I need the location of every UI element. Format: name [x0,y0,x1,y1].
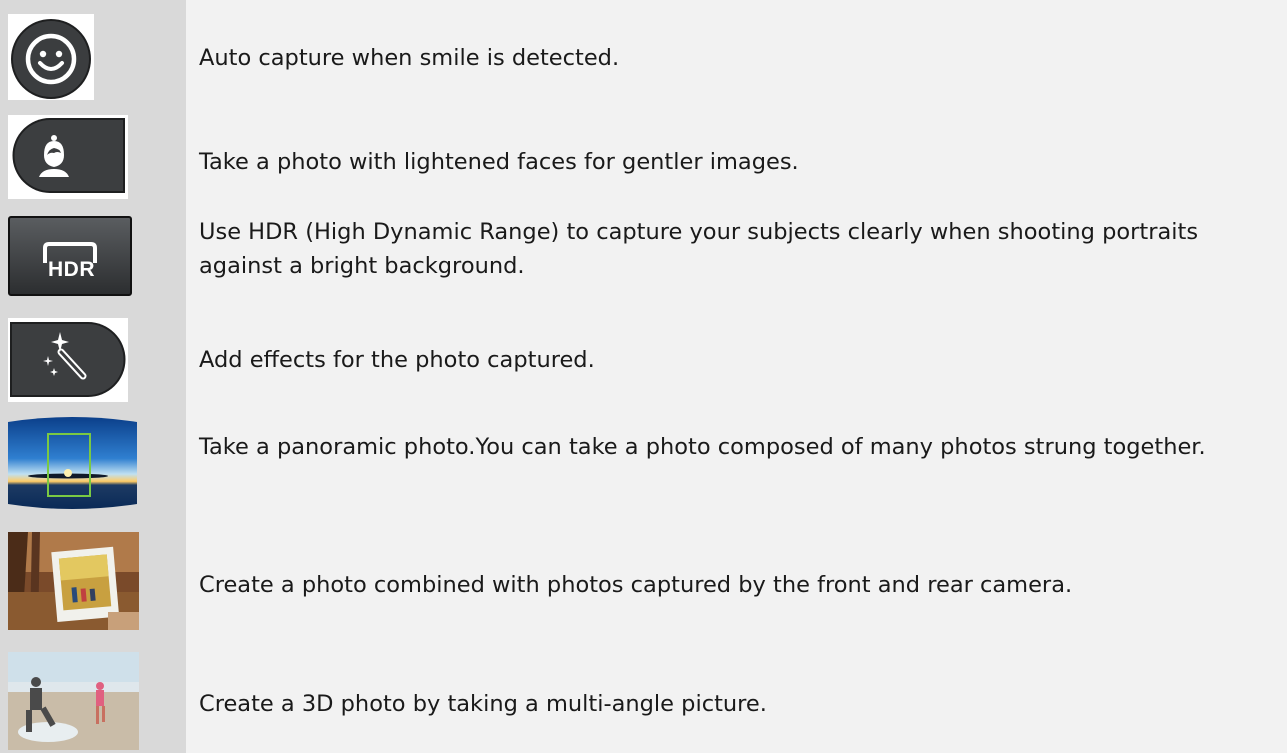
row-description: Create a 3D photo by taking a multi-angl… [199,691,767,717]
table-row: Take a panoramic photo.You can take a ph… [0,406,1287,516]
row-description: Take a photo with lightened faces for ge… [199,149,799,175]
hdr-label: HDR [48,258,95,281]
table-row: Create a photo combined with photos capt… [0,516,1287,634]
magic-wand-icon [8,318,128,402]
table-row: Auto capture when smile is detected. [0,0,1287,101]
row-description: Auto capture when smile is detected. [199,45,620,71]
panorama-thumbnail [8,414,137,512]
hdr-icon: HDR [8,216,132,296]
row-description: Add effects for the photo captured. [199,347,595,373]
row-description: Create a photo combined with photos capt… [199,572,1073,598]
row-description: Use HDR (High Dynamic Range) to capture … [199,219,1199,279]
table-row: Create a 3D photo by taking a multi-angl… [0,634,1287,753]
smile-icon [8,14,94,100]
table-row: Take a photo with lightened faces for ge… [0,101,1287,202]
table-row: Add effects for the photo captured. [0,308,1287,406]
dual-camera-thumbnail [8,532,139,630]
feature-table: Auto capture when smile is detected. Tak… [0,0,1287,753]
3d-photo-thumbnail [8,652,139,750]
table-row: HDR Use HDR (High Dynamic Range) to capt… [0,202,1287,308]
face-beauty-icon [8,115,128,199]
row-description: Take a panoramic photo.You can take a ph… [199,434,1206,460]
